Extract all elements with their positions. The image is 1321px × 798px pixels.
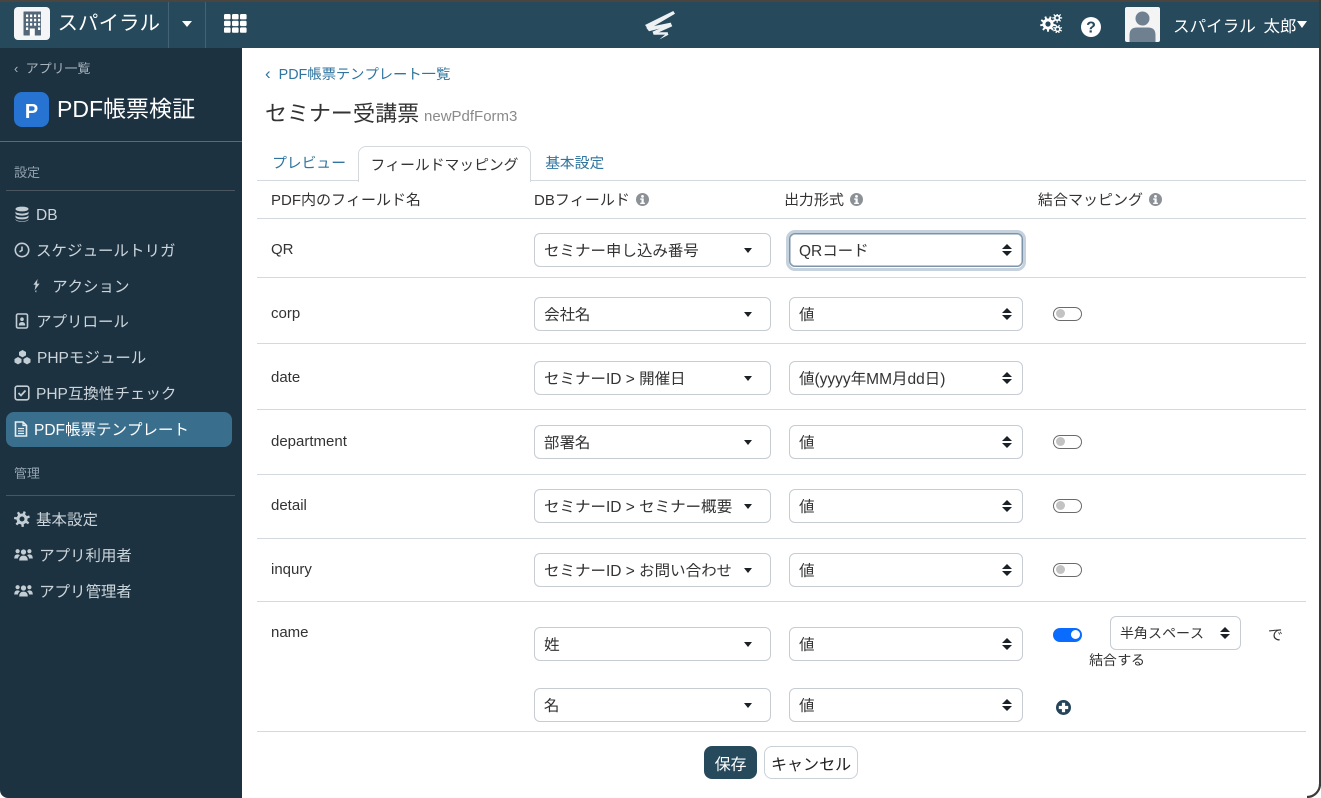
svg-text:?: ? [1086,20,1096,37]
